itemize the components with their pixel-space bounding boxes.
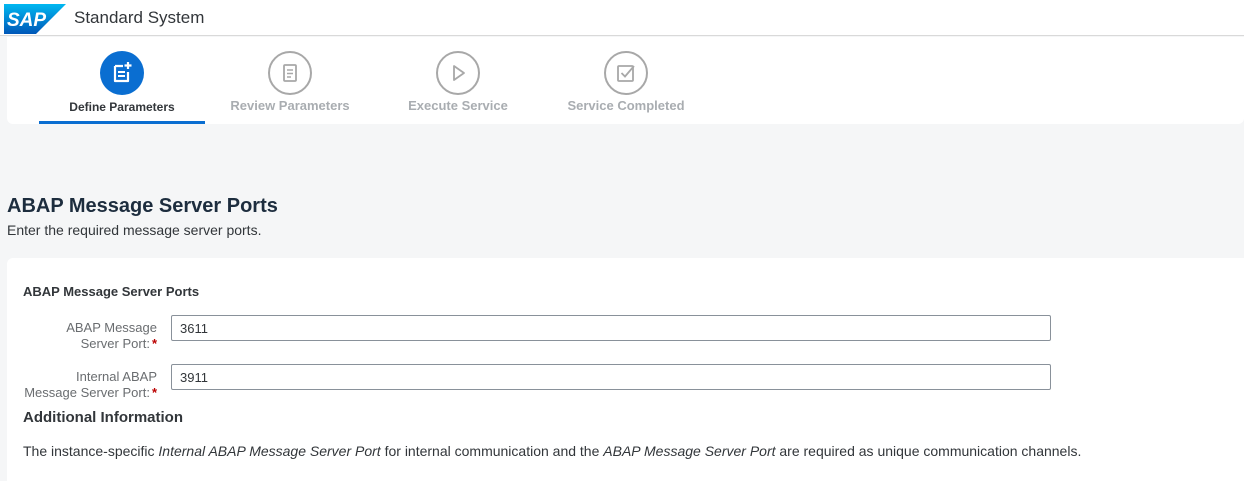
- info-text-emphasis: Internal ABAP Message Server Port: [158, 443, 381, 459]
- wizard-step-label: Execute Service: [408, 98, 508, 113]
- checklist-icon: [268, 51, 312, 95]
- internal-abap-message-server-port-input[interactable]: [171, 364, 1051, 390]
- wizard-step-label: Review Parameters: [230, 98, 350, 113]
- checkbox-icon: [604, 51, 648, 95]
- play-icon: [436, 51, 480, 95]
- abap-message-server-port-label: ABAP Message Server Port: *: [7, 320, 157, 352]
- label-line: Server Port:: [80, 336, 150, 351]
- sap-logo[interactable]: SAP: [4, 4, 66, 34]
- abap-message-server-port-input[interactable]: [171, 315, 1051, 341]
- required-marker: *: [151, 385, 157, 400]
- wizard-step-review-parameters[interactable]: Review Parameters: [200, 37, 380, 124]
- wizard-progress-bar: Define Parameters Review Parameters Exec…: [7, 37, 1244, 124]
- info-text-emphasis: ABAP Message Server Port: [603, 443, 776, 459]
- required-marker: *: [151, 336, 157, 351]
- wizard-step-service-completed[interactable]: Service Completed: [536, 37, 716, 124]
- additional-info-text: The instance-specific Internal ABAP Mess…: [23, 443, 1081, 459]
- additional-info-title: Additional Information: [23, 409, 183, 426]
- page-subtitle: Enter the required message server ports.: [7, 222, 262, 238]
- info-text-part: The instance-specific: [23, 443, 159, 459]
- shell-bar: SAP Standard System: [0, 0, 1244, 36]
- wizard-step-define-parameters[interactable]: Define Parameters: [32, 37, 212, 124]
- label-line: Message Server Port:: [24, 385, 150, 400]
- wizard-step-label: Service Completed: [567, 98, 685, 113]
- sap-logo-text: SAP: [7, 10, 46, 31]
- info-text-part: are required as unique communication cha…: [775, 443, 1082, 459]
- info-text-part: for internal communication and the: [380, 443, 604, 459]
- label-line: ABAP Message: [66, 320, 157, 335]
- wizard-step-label: Define Parameters: [69, 100, 175, 114]
- add-document-icon: [100, 51, 144, 95]
- internal-abap-message-server-port-label: Internal ABAP Message Server Port: *: [7, 369, 157, 401]
- form-panel: ABAP Message Server Ports ABAP Message S…: [7, 258, 1244, 481]
- label-line: Internal ABAP: [76, 369, 157, 384]
- form-section-title: ABAP Message Server Ports: [23, 284, 200, 299]
- wizard-step-execute-service[interactable]: Execute Service: [368, 37, 548, 124]
- active-step-indicator: [39, 121, 205, 124]
- shell-title: Standard System: [74, 8, 205, 27]
- page-title: ABAP Message Server Ports: [7, 195, 278, 217]
